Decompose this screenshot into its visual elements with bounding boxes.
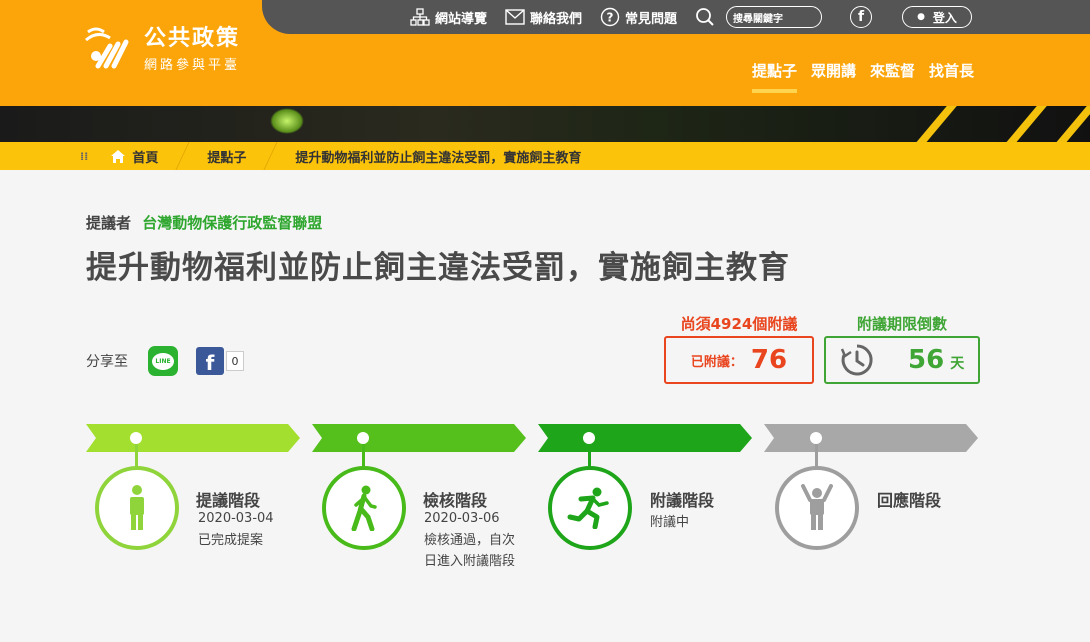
stage-proposal-name: 提議階段 [196, 491, 261, 510]
signed-count-box: 已附議： 76 [664, 336, 814, 384]
nav-ideas[interactable]: 提點子 [752, 60, 798, 93]
line-icon: LINE [152, 352, 174, 370]
contact-link[interactable]: 聯絡我們 [505, 8, 582, 27]
home-icon [111, 149, 126, 163]
stage-dot [130, 432, 142, 444]
countdown-label: 附議期限倒數 [856, 315, 947, 333]
breadcrumb-home-label: 首頁 [132, 150, 159, 166]
walking-person-icon [351, 485, 377, 531]
facebook-share-count: 0 [226, 351, 244, 371]
stage-proposal-circle [95, 466, 179, 550]
banner-stripe [1044, 106, 1090, 142]
stage-connector [362, 444, 365, 468]
breadcrumb: ⁞⁞ 首頁 提點子 提升動物福利並防止飼主違法受罰，實施飼主教育 [0, 142, 1090, 170]
arms-raised-person-icon [801, 484, 833, 530]
nav-officials[interactable]: 找首長 [929, 60, 974, 93]
faq-label: 常見問題 [624, 11, 677, 27]
svg-text:?: ? [607, 11, 614, 25]
stage-proposal-desc: 已完成提案 [198, 533, 264, 548]
site-logo[interactable]: 公共政策 網路參與平臺 [84, 20, 240, 73]
countdown-unit: 天 [950, 356, 965, 372]
facebook-icon: f [857, 9, 865, 25]
stage-proposal-date: 2020-03-04 [198, 511, 274, 526]
stage-dot [583, 432, 595, 444]
user-icon: ● [917, 12, 925, 22]
facebook-link[interactable]: f [850, 6, 872, 28]
stage-endorse-name: 附議階段 [650, 491, 715, 510]
sitemap-link[interactable]: 網站導覽 [410, 8, 487, 27]
stage-review-desc: 檢核通過，自次 [424, 533, 516, 548]
stage-dot [357, 432, 369, 444]
breadcrumb-separator [263, 142, 278, 170]
stage-review-circle [322, 466, 406, 550]
facebook-share-button[interactable]: f 0 [196, 347, 244, 375]
share-bar: 分享至 LINE f 0 [86, 346, 244, 376]
standing-person-icon [130, 485, 144, 530]
breadcrumb-home[interactable]: 首頁 [110, 147, 158, 166]
sitemap-icon [410, 8, 430, 26]
running-person-icon [567, 487, 609, 529]
breadcrumb-separator [175, 142, 190, 170]
breadcrumb-section[interactable]: 提點子 [207, 147, 246, 166]
stage-review-name: 檢核階段 [423, 491, 488, 510]
stage-connector [815, 444, 818, 468]
banner-stripe [904, 106, 966, 142]
stage-dot [810, 432, 822, 444]
search-button[interactable] [695, 7, 720, 27]
facebook-share-icon: f [196, 347, 224, 375]
logo-title: 公共政策 [144, 26, 241, 51]
line-share-button[interactable]: LINE [148, 346, 178, 376]
login-label: 登入 [932, 10, 957, 25]
top-utility-links: 網站導覽 聯絡我們 ? 常見問題 搜尋關鍵字 f ● 登入 [392, 0, 972, 34]
stage-arrow-review [312, 424, 526, 452]
logo-subtitle: 網路參與平臺 [144, 58, 241, 73]
page-title: 提升動物福利並防止飼主違法受罰，實施飼主教育 [86, 250, 790, 286]
stage-endorse-circle [548, 466, 632, 550]
signatures-needed: 尚須4924個附議 [680, 315, 798, 333]
stage-arrow-endorse [538, 424, 752, 452]
proposer-label: 提議者 [86, 214, 132, 232]
breadcrumb-current: 提升動物福利並防止飼主違法受罰，實施飼主教育 [295, 150, 582, 166]
clock-icon [840, 344, 873, 376]
nav-discussions[interactable]: 眾開講 [811, 60, 856, 93]
signed-label: 已附議： [690, 354, 743, 370]
contact-label: 聯絡我們 [529, 11, 582, 27]
site-header: 公共政策 網路參與平臺 網站導覽 聯絡我們 ? 常見問題 搜尋關鍵字 f ● 登… [0, 0, 1090, 106]
proposer-name[interactable]: 台灣動物保護行政監督聯盟 [142, 214, 322, 232]
faq-link[interactable]: ? 常見問題 [600, 7, 677, 27]
stage-endorse-status: 附議中 [650, 515, 690, 530]
proposer: 提議者 台灣動物保護行政監督聯盟 [86, 212, 322, 233]
header-banner [0, 106, 1090, 142]
login-button[interactable]: ● 登入 [902, 6, 972, 28]
countdown-box: 56 天 [824, 336, 980, 384]
stage-arrow-proposal [86, 424, 300, 452]
main-nav: 提點子 眾開講 來監督 找首長 [752, 60, 974, 93]
signed-value: 76 [750, 345, 788, 375]
stage-review-desc-line2: 日進入附議階段 [424, 554, 516, 569]
stage-connector [135, 444, 138, 468]
banner-stripe [994, 106, 1056, 142]
stage-response-name: 回應階段 [877, 491, 942, 510]
mail-icon [505, 9, 525, 25]
stage-arrow-response [764, 424, 978, 452]
search-input[interactable]: 搜尋關鍵字 [726, 6, 822, 28]
banner-glow [270, 108, 304, 134]
share-label: 分享至 [86, 354, 128, 370]
stage-response-circle [775, 466, 859, 550]
nav-supervise[interactable]: 來監督 [870, 60, 915, 93]
stage-review-date: 2020-03-06 [424, 511, 500, 526]
search-icon [696, 8, 714, 26]
logo-mark-icon [85, 27, 129, 68]
countdown-value: 56 [908, 345, 945, 375]
grid-icon: ⁞⁞ [80, 149, 89, 163]
stage-connector [588, 444, 591, 468]
sitemap-label: 網站導覽 [434, 11, 487, 27]
question-icon: ? [600, 7, 620, 27]
